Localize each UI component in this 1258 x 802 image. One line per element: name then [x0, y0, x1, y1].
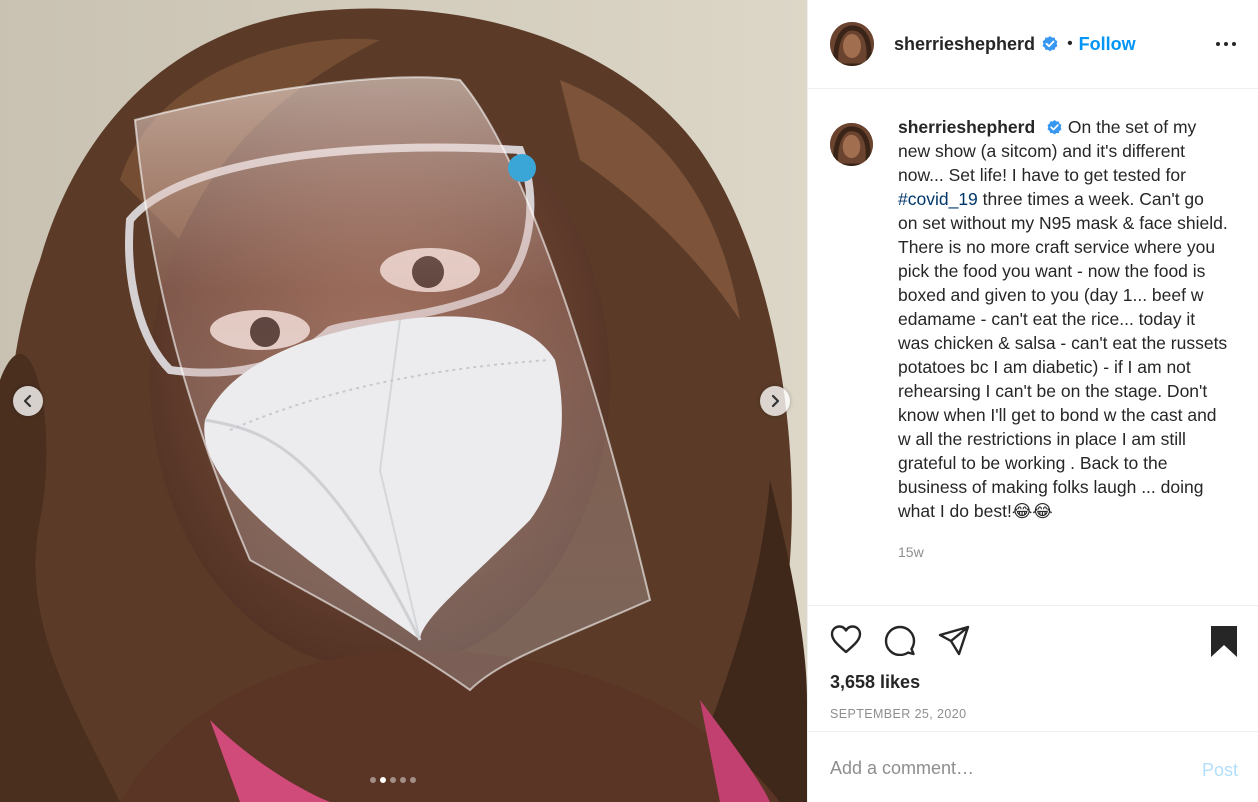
likes-count[interactable]: 3,658 likes	[830, 672, 920, 693]
carousel-dot	[390, 777, 396, 783]
comment-bar: Post	[808, 731, 1258, 802]
more-options-icon[interactable]	[1214, 30, 1238, 54]
caption-text: sherrieshepherd On the set of my new sho…	[898, 115, 1228, 523]
header-separator: •	[1067, 35, 1073, 52]
hashtag-link[interactable]: #covid_19	[898, 189, 978, 209]
share-icon[interactable]	[938, 624, 970, 656]
verified-badge-icon	[1047, 119, 1062, 135]
carousel-dot	[380, 777, 386, 783]
caption-timestamp[interactable]: 15w	[898, 544, 1238, 560]
post-date[interactable]: SEPTEMBER 25, 2020	[830, 707, 966, 721]
bookmark-icon[interactable]	[1208, 624, 1240, 658]
actions-bar: 3,658 likes SEPTEMBER 25, 2020	[808, 605, 1258, 731]
carousel-dot	[400, 777, 406, 783]
carousel-dots	[370, 777, 416, 783]
header-username[interactable]: sherrieshepherd	[894, 34, 1035, 55]
post-photo	[0, 0, 807, 802]
carousel-dot	[410, 777, 416, 783]
caption-area: sherrieshepherd On the set of my new sho…	[808, 89, 1258, 605]
carousel-prev-button[interactable]	[13, 386, 43, 416]
heart-icon[interactable]	[830, 624, 862, 656]
avatar[interactable]	[830, 22, 874, 66]
post-media	[0, 0, 807, 802]
verified-badge-icon	[1042, 36, 1058, 52]
carousel-dot	[370, 777, 376, 783]
post-side-panel: sherrieshepherd • Follow sherrieshepherd…	[807, 0, 1258, 802]
comment-input[interactable]	[830, 758, 1170, 779]
chevron-right-icon	[771, 394, 780, 408]
caption-row: sherrieshepherd On the set of my new sho…	[830, 117, 1238, 523]
comment-icon[interactable]	[884, 624, 916, 656]
caption-username[interactable]: sherrieshepherd	[898, 117, 1035, 137]
chevron-left-icon	[23, 394, 32, 408]
post-header: sherrieshepherd • Follow	[808, 0, 1258, 89]
post-comment-button[interactable]: Post	[1202, 760, 1238, 781]
carousel-next-button[interactable]	[760, 386, 790, 416]
caption-avatar[interactable]	[830, 123, 873, 166]
caption-body-end: three times a week. Can't go on set with…	[898, 189, 1228, 521]
follow-button[interactable]: Follow	[1079, 34, 1136, 55]
